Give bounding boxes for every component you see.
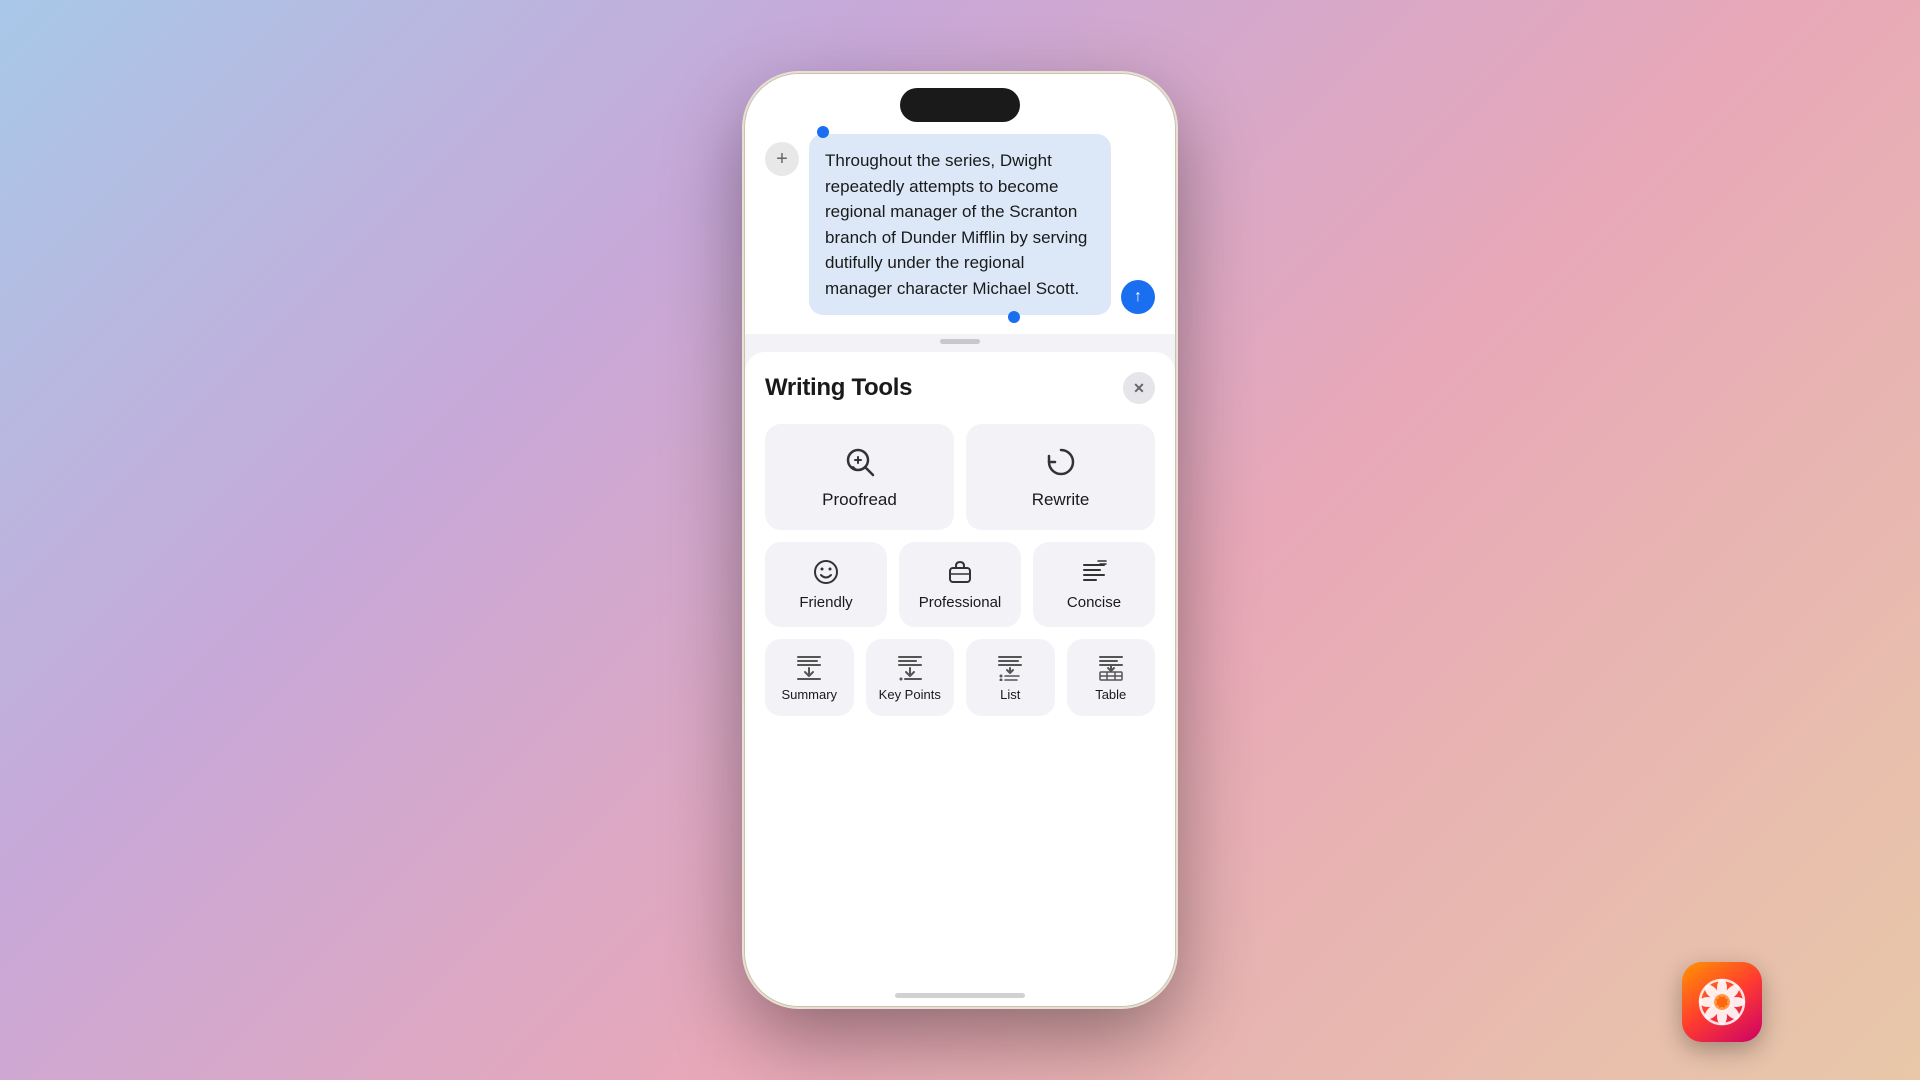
summary-button[interactable]: Summary — [765, 639, 854, 716]
app-icon — [1682, 962, 1762, 1042]
panel-header: Writing Tools ✕ — [765, 372, 1155, 404]
dynamic-island — [900, 88, 1020, 122]
tools-row-2: Friendly Professional — [765, 542, 1155, 627]
drag-handle — [940, 339, 980, 344]
key-points-label: Key Points — [879, 687, 941, 702]
phone-content: + Throughout the series, Dwight repeated… — [745, 74, 1175, 1006]
table-icon — [1097, 653, 1125, 681]
list-icon — [996, 653, 1024, 681]
professional-icon — [946, 558, 974, 586]
phone-frame: + Throughout the series, Dwight repeated… — [745, 74, 1175, 1006]
friendly-label: Friendly — [799, 594, 852, 611]
close-button[interactable]: ✕ — [1123, 372, 1155, 404]
summary-icon — [795, 653, 823, 681]
list-button[interactable]: List — [966, 639, 1055, 716]
rewrite-label: Rewrite — [1032, 490, 1090, 510]
rewrite-icon — [1043, 444, 1079, 480]
text-content: Throughout the series, Dwight repeatedly… — [825, 148, 1095, 301]
key-points-icon — [896, 653, 924, 681]
proofread-label: Proofread — [822, 490, 897, 510]
panel-title: Writing Tools — [765, 374, 912, 402]
concise-button[interactable]: Concise — [1033, 542, 1155, 627]
app-icon-background — [1682, 962, 1762, 1042]
send-button[interactable]: ↑ — [1121, 280, 1155, 314]
friendly-button[interactable]: Friendly — [765, 542, 887, 627]
summary-label: Summary — [781, 687, 837, 702]
rewrite-button[interactable]: Rewrite — [966, 424, 1155, 530]
friendly-icon — [812, 558, 840, 586]
professional-button[interactable]: Professional — [899, 542, 1021, 627]
writing-tools-panel: Writing Tools ✕ — [745, 352, 1175, 1006]
concise-label: Concise — [1067, 594, 1121, 611]
tools-row-1: Proofread Rewrite — [765, 424, 1155, 530]
selection-handle-bottom — [1008, 311, 1020, 323]
key-points-button[interactable]: Key Points — [866, 639, 955, 716]
home-indicator — [895, 993, 1025, 998]
list-label: List — [1000, 687, 1020, 702]
text-input-box[interactable]: Throughout the series, Dwight repeatedly… — [809, 134, 1111, 315]
add-button[interactable]: + — [765, 142, 799, 176]
app-icon-logo — [1696, 976, 1748, 1028]
table-button[interactable]: Table — [1067, 639, 1156, 716]
tools-row-3: Summary — [765, 639, 1155, 716]
professional-label: Professional — [919, 594, 1002, 611]
proofread-icon — [842, 444, 878, 480]
table-label: Table — [1095, 687, 1126, 702]
concise-icon — [1080, 558, 1108, 586]
proofread-button[interactable]: Proofread — [765, 424, 954, 530]
screen: + Throughout the series, Dwight repeated… — [0, 0, 1920, 1080]
selection-handle-top — [817, 126, 829, 138]
